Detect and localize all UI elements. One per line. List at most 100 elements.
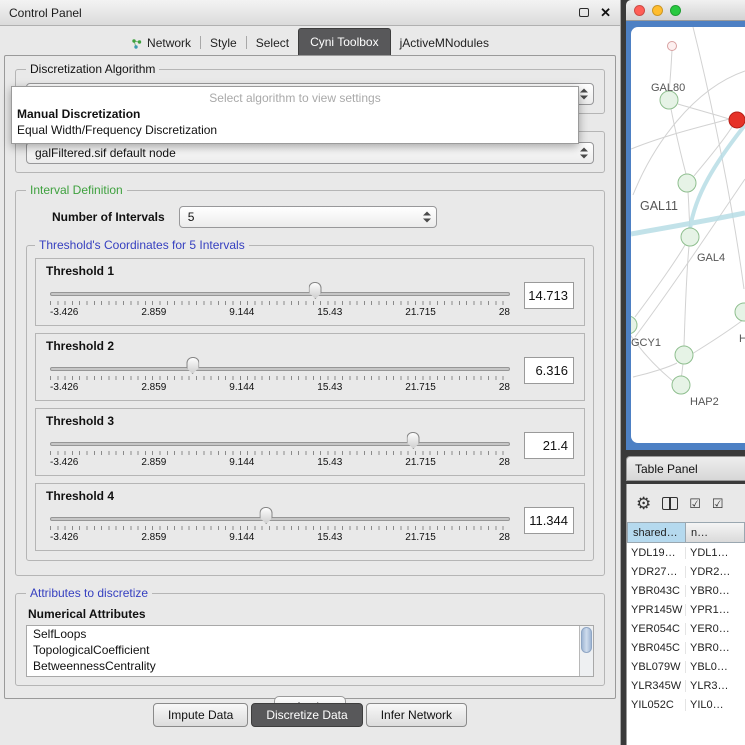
threshold-label: Threshold 3: [46, 414, 574, 428]
table-row[interactable]: YIL052CYIL0…: [627, 695, 745, 714]
attribute-item[interactable]: SelfLoops: [27, 626, 593, 642]
tab-network[interactable]: Network: [122, 31, 200, 55]
network-node[interactable]: [678, 174, 696, 192]
table-cell: YDR27…: [627, 566, 686, 578]
network-window-titlebar[interactable]: [626, 0, 745, 21]
attribute-list[interactable]: SelfLoopsTopologicalCoefficientBetweenne…: [26, 625, 594, 677]
threshold-box: Threshold 4-3.4262.8599.14415.4321.71528…: [35, 483, 585, 551]
table-row[interactable]: YBR043CYBR0…: [627, 581, 745, 600]
float-window-icon[interactable]: [579, 8, 589, 17]
threshold-slider-row: -3.4262.8599.14415.4321.71528 6.316: [46, 355, 574, 397]
network-node-red[interactable]: [729, 112, 745, 128]
slider-ticks: [50, 376, 510, 380]
table-cell: YBR045C: [627, 642, 686, 654]
table-row[interactable]: YBL079WYBL0…: [627, 657, 745, 676]
tab-impute-data[interactable]: Impute Data: [153, 703, 248, 727]
network-node[interactable]: [631, 316, 637, 334]
number-of-intervals-row: Number of Intervals 5: [52, 206, 594, 228]
table-panel-titlebar[interactable]: Table Panel: [626, 456, 745, 481]
minimize-button[interactable]: [652, 5, 663, 16]
network-canvas[interactable]: GAL80 GAL11 GAL4 GCY1 HAP2 H: [631, 27, 745, 443]
table-row[interactable]: YER054CYER0…: [627, 619, 745, 638]
select-all-icon[interactable]: ☑: [689, 497, 701, 510]
network-node[interactable]: [735, 303, 745, 321]
network-node[interactable]: [681, 228, 699, 246]
slider-ticks: [50, 301, 510, 305]
number-of-intervals-combobox[interactable]: 5: [179, 206, 437, 228]
threshold-value[interactable]: 11.344: [524, 507, 574, 534]
tab-select[interactable]: Select: [247, 31, 298, 55]
column-header-shared[interactable]: shared…: [627, 522, 686, 543]
combo-value: 5: [188, 210, 195, 224]
table-row[interactable]: YDR27…YDR2…: [627, 562, 745, 581]
threshold-slider[interactable]: -3.4262.8599.14415.4321.71528: [50, 505, 510, 547]
network-icon: [131, 38, 142, 49]
tab-infer-network[interactable]: Infer Network: [366, 703, 467, 727]
scale-label: 21.715: [405, 457, 436, 468]
tab-label: Select: [256, 36, 289, 50]
threshold-box: Threshold 1-3.4262.8599.14415.4321.71528…: [35, 258, 585, 326]
threshold-value[interactable]: 6.316: [524, 357, 574, 384]
column-header-name[interactable]: n…: [686, 522, 745, 543]
slider-thumb[interactable]: [186, 357, 199, 374]
slider-scale-labels: -3.4262.8599.14415.4321.71528: [50, 532, 510, 543]
select-column-icon[interactable]: ☑: [712, 497, 724, 510]
scale-label: 2.859: [141, 532, 166, 543]
slider-thumb[interactable]: [407, 432, 420, 449]
table-toolbar: ⚙ ☑ ☑: [627, 484, 745, 522]
slider-thumb[interactable]: [309, 282, 322, 299]
tab-discretize-data[interactable]: Discretize Data: [251, 703, 362, 727]
tab-jactivemnodules[interactable]: jActiveMNodules: [391, 31, 498, 55]
threshold-box: Threshold 3 -3.4262.8599.14415.4321.71528…: [35, 408, 585, 476]
threshold-value[interactable]: 21.4: [524, 432, 574, 459]
scale-label: 28: [499, 382, 510, 393]
control-panel-titlebar[interactable]: Control Panel ✕: [0, 0, 620, 26]
slider-track[interactable]: [50, 367, 510, 371]
scale-label: 9.144: [229, 382, 254, 393]
network-node[interactable]: [675, 346, 693, 364]
gear-icon[interactable]: ⚙: [636, 495, 651, 512]
group-legend: Interval Definition: [26, 183, 127, 197]
network-node[interactable]: [668, 42, 677, 51]
scale-label: 28: [499, 307, 510, 318]
slider-thumb[interactable]: [260, 507, 273, 524]
tab-label: Style: [210, 36, 237, 50]
close-icon[interactable]: ✕: [600, 6, 611, 19]
dropdown-option-manual[interactable]: Manual Discretization: [12, 106, 578, 122]
threshold-slider[interactable]: -3.4262.8599.14415.4321.71528: [50, 280, 510, 322]
slider-ticks: [50, 451, 510, 455]
node-label: HAP2: [690, 396, 719, 408]
scale-label: 15.43: [317, 532, 342, 543]
network-node[interactable]: [672, 376, 690, 394]
network-view-frame: GAL80 GAL11 GAL4 GCY1 HAP2 H: [626, 21, 745, 450]
slider-track[interactable]: [50, 292, 510, 296]
columns-icon[interactable]: [662, 497, 678, 510]
table-cell: YLR3…: [686, 680, 745, 692]
table-row[interactable]: YPR145WYPR1…: [627, 600, 745, 619]
table-data-combobox[interactable]: galFiltered.sif default node: [26, 142, 594, 164]
table-row[interactable]: YLR345WYLR3…: [627, 676, 745, 695]
dropdown-option-equal-width[interactable]: Equal Width/Frequency Discretization: [12, 122, 578, 138]
table-row[interactable]: YBR045CYBR0…: [627, 638, 745, 657]
slider-track[interactable]: [50, 442, 510, 446]
tab-cyni-toolbox[interactable]: Cyni Toolbox: [298, 28, 390, 55]
zoom-button[interactable]: [670, 5, 681, 16]
table-cell: YBR0…: [686, 642, 745, 654]
tab-style[interactable]: Style: [201, 31, 246, 55]
threshold-box: Threshold 2-3.4262.8599.14415.4321.71528…: [35, 333, 585, 401]
attribute-item[interactable]: BetweennessCentrality: [27, 658, 593, 674]
threshold-value[interactable]: 14.713: [524, 282, 574, 309]
scrollbar-thumb[interactable]: [581, 627, 592, 653]
slider-scale-labels: -3.4262.8599.14415.4321.71528: [50, 382, 510, 393]
table-cell: YDL19…: [627, 547, 686, 559]
slider-scale-labels: -3.4262.8599.14415.4321.71528: [50, 307, 510, 318]
table-panel: ⚙ ☑ ☑ shared… n… YDL19…YDL1…YDR27…YDR2…Y…: [626, 484, 745, 745]
close-button[interactable]: [634, 5, 645, 16]
attribute-item[interactable]: TopologicalCoefficient: [27, 642, 593, 658]
table-row[interactable]: YDL19…YDL1…: [627, 543, 745, 562]
threshold-slider[interactable]: -3.4262.8599.14415.4321.71528: [50, 430, 510, 472]
threshold-slider[interactable]: -3.4262.8599.14415.4321.71528: [50, 355, 510, 397]
table-header-row: shared… n…: [627, 522, 745, 543]
scrollbar[interactable]: [579, 626, 593, 676]
slider-track[interactable]: [50, 517, 510, 521]
